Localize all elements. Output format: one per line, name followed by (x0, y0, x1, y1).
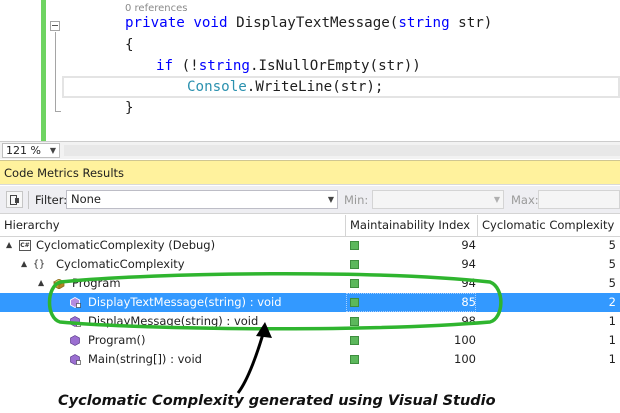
cyclomatic-value: 5 (608, 276, 616, 290)
chevron-down-icon: ▼ (49, 146, 56, 155)
row-name: Program() (88, 333, 146, 347)
cyclomatic-value: 5 (608, 238, 616, 252)
maintainability-indicator-icon (350, 279, 359, 288)
grid-header: Hierarchy Maintainability Index Cyclomat… (0, 215, 620, 237)
code-editor[interactable]: 0 references private void DisplayTextMes… (0, 0, 620, 141)
column-header-hierarchy[interactable]: Hierarchy (0, 215, 346, 237)
keyword: private (125, 15, 185, 31)
code-text: .IsNullOrEmpty(str)) (249, 58, 421, 74)
chevron-down-icon: ▼ (327, 195, 334, 204)
class-icon (53, 279, 65, 289)
outline-line-end (55, 111, 61, 112)
panel-title-bar[interactable]: Code Metrics Results (0, 160, 620, 185)
maintainability-indicator-icon (350, 298, 359, 307)
change-tracking-bar (41, 0, 46, 141)
code-line-open-brace: { (125, 37, 134, 53)
csharp-project-icon: C# (19, 240, 31, 251)
min-label: Min: (344, 193, 369, 207)
keyword: void (193, 15, 228, 31)
cyclomatic-value: 1 (608, 314, 616, 328)
code-line-signature: private void DisplayTextMessage(string s… (125, 14, 492, 32)
row-name: CyclomaticComplexity (Debug) (36, 238, 216, 252)
outline-line (55, 32, 56, 112)
code-line-close-brace: } (125, 100, 134, 116)
filter-label: Filter: (35, 193, 68, 207)
maintainability-indicator-icon (350, 241, 359, 250)
maintainability-value: 94 (461, 257, 476, 271)
collapse-icon[interactable]: ▼ (6, 236, 12, 255)
table-row[interactable]: ▼ C# CyclomaticComplexity (Debug) 94 5 (0, 236, 620, 255)
row-name: Program (72, 276, 121, 290)
editor-zoom-bar: 121 % ▼ (0, 141, 620, 159)
keyword: string (198, 58, 250, 74)
code-text: .WriteLine(str); (246, 79, 384, 95)
collapse-region-icon[interactable] (50, 21, 60, 31)
table-row[interactable]: Main(string[]) : void 100 1 (0, 350, 620, 369)
row-name: DisplayMessage(string) : void (88, 314, 259, 328)
toolbar-separator (28, 191, 29, 209)
max-dropdown[interactable] (538, 190, 620, 209)
min-dropdown[interactable]: ▼ (372, 190, 504, 209)
code-line-if: if (!string.IsNullOrEmpty(str)) (156, 57, 421, 75)
max-label: Max: (511, 193, 539, 207)
table-row[interactable]: DisplayMessage(string) : void 98 1 (0, 312, 620, 331)
maintainability-value: 85 (461, 295, 476, 309)
cyclomatic-value: 1 (608, 333, 616, 347)
private-method-icon (70, 297, 81, 308)
maintainability-value: 100 (454, 333, 476, 347)
metrics-toolbar: Filter: None ▼ Min: ▼ Max: (0, 186, 620, 214)
maintainability-indicator-icon (350, 355, 359, 364)
private-method-icon (70, 354, 81, 365)
code-text: (! (173, 58, 199, 74)
method-icon (70, 335, 80, 346)
maintainability-indicator-icon (350, 317, 359, 326)
code-text: str) (449, 15, 493, 31)
collapse-icon[interactable]: ▼ (38, 274, 44, 293)
zoom-value: 121 % (6, 144, 41, 157)
chevron-down-icon: ▼ (493, 195, 500, 204)
private-method-icon (70, 316, 81, 327)
maintainability-value: 94 (461, 276, 476, 290)
horizontal-scrollbar[interactable] (64, 145, 620, 156)
filter-value: None (71, 192, 102, 206)
row-name: Main(string[]) : void (88, 352, 202, 366)
annotation-caption: Cyclomatic Complexity generated using Vi… (58, 393, 496, 409)
codelens-references[interactable]: 0 references (125, 3, 188, 14)
maintainability-value: 98 (461, 314, 476, 328)
panel-title: Code Metrics Results (4, 166, 125, 180)
maintainability-indicator-icon (350, 260, 359, 269)
column-header-maintainability[interactable]: Maintainability Index (346, 215, 478, 237)
row-name: CyclomaticComplexity (56, 257, 185, 271)
keyword: string (398, 15, 450, 31)
filter-dropdown[interactable]: None ▼ (66, 190, 338, 209)
collapse-icon[interactable]: ▼ (21, 255, 27, 274)
table-row[interactable]: Program() 100 1 (0, 331, 620, 350)
maintainability-value: 100 (454, 352, 476, 366)
table-row-selected[interactable]: DisplayTextMessage(string) : void 85 2 (0, 293, 620, 312)
maintainability-indicator-icon (350, 336, 359, 345)
method-name: DisplayTextMessage( (236, 15, 399, 31)
column-header-cyclomatic[interactable]: Cyclomatic Complexity (478, 215, 620, 237)
namespace-icon: {} (33, 259, 46, 270)
keyword: if (156, 58, 174, 74)
export-icon[interactable] (6, 191, 23, 208)
type-name: Console (187, 79, 247, 95)
zoom-dropdown[interactable]: 121 % ▼ (2, 143, 60, 158)
maintainability-value: 94 (461, 238, 476, 252)
cyclomatic-value: 2 (608, 295, 616, 309)
row-name: DisplayTextMessage(string) : void (88, 295, 282, 309)
table-row[interactable]: ▼ {} CyclomaticComplexity 94 5 (0, 255, 620, 274)
cyclomatic-value: 1 (608, 352, 616, 366)
cyclomatic-value: 5 (608, 257, 616, 271)
code-line-console: Console.WriteLine(str); (187, 78, 383, 96)
table-row[interactable]: ▼ Program 94 5 (0, 274, 620, 293)
